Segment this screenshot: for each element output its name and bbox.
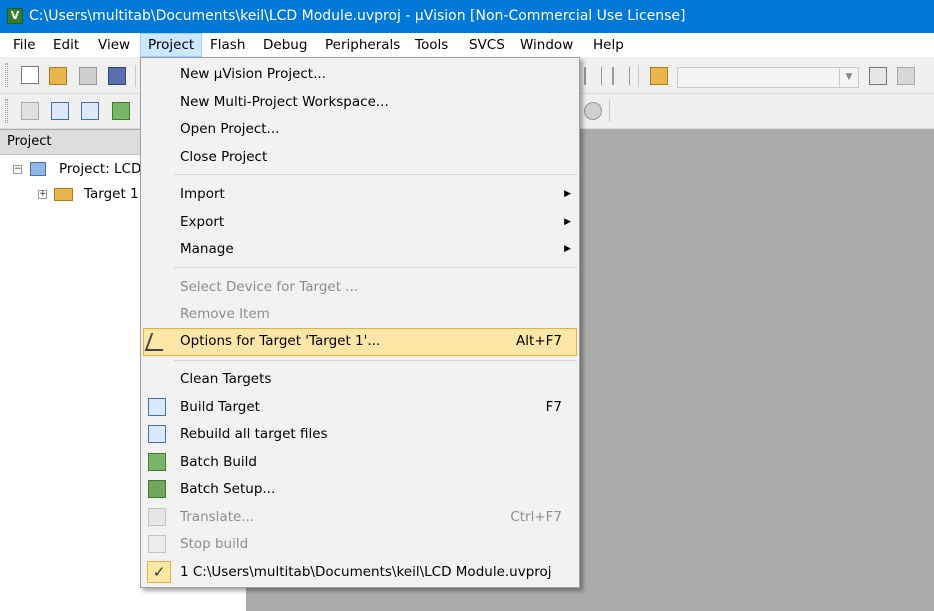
menu-bar: File Edit View Project Flash Debug Perip… bbox=[0, 33, 934, 57]
rebuild-icon bbox=[148, 425, 166, 443]
find-combo-box[interactable]: ▼ bbox=[677, 67, 859, 88]
new-multi-project-workspace-item[interactable]: New Multi-Project Workspace... bbox=[143, 89, 577, 115]
menu-flash[interactable]: Flash bbox=[203, 33, 252, 57]
batch-build-icon[interactable] bbox=[112, 102, 130, 120]
project-root-label: Project: LCD bbox=[59, 161, 142, 177]
uvision-app-icon[interactable]: V bbox=[7, 8, 23, 24]
incremental-find-icon[interactable] bbox=[897, 67, 915, 85]
new-uvision-project-item[interactable]: New µVision Project... bbox=[143, 61, 577, 87]
open-project-item[interactable]: Open Project... bbox=[143, 116, 577, 142]
checkmark-icon: ✓ bbox=[147, 561, 171, 583]
rebuild-all-item[interactable]: Rebuild all target files bbox=[143, 421, 577, 447]
project-menu-dropdown: New µVision Project... New Multi-Project… bbox=[140, 57, 580, 588]
project-icon bbox=[30, 162, 46, 176]
indent-icon[interactable] bbox=[584, 67, 602, 85]
menu-peripherals[interactable]: Peripherals bbox=[318, 33, 407, 57]
toolbar-separator bbox=[609, 100, 610, 122]
select-device-item[interactable]: Select Device for Target ... bbox=[143, 274, 577, 300]
toolbar-separator bbox=[638, 65, 639, 87]
find-in-files-icon[interactable] bbox=[650, 67, 668, 85]
menu-separator bbox=[174, 174, 577, 175]
rebuild-icon[interactable] bbox=[81, 102, 99, 120]
chevron-down-icon[interactable]: ▼ bbox=[839, 68, 858, 87]
menu-edit[interactable]: Edit bbox=[46, 33, 86, 57]
title-bar: V C:\Users\multitab\Documents\keil\LCD M… bbox=[0, 0, 934, 33]
menu-window[interactable]: Window bbox=[513, 33, 580, 57]
batch-setup-icon bbox=[148, 480, 166, 498]
save-icon[interactable] bbox=[79, 67, 97, 85]
submenu-arrow-icon: ▶ bbox=[564, 189, 571, 199]
build-icon bbox=[148, 398, 166, 416]
batch-build-icon bbox=[148, 453, 166, 471]
menu-help[interactable]: Help bbox=[586, 33, 631, 57]
menu-svcs[interactable]: SVCS bbox=[462, 33, 512, 57]
import-item[interactable]: Import ▶ bbox=[143, 181, 577, 207]
toolbar-grip[interactable] bbox=[5, 63, 8, 87]
new-file-icon[interactable] bbox=[21, 66, 39, 84]
toolbar-separator bbox=[135, 65, 136, 87]
clean-targets-item[interactable]: Clean Targets bbox=[143, 366, 577, 392]
expand-icon[interactable]: + bbox=[38, 190, 47, 199]
open-folder-icon[interactable] bbox=[49, 67, 67, 85]
translate-icon bbox=[148, 508, 166, 526]
save-all-icon[interactable] bbox=[108, 67, 126, 85]
unindent-icon[interactable] bbox=[612, 67, 630, 85]
export-item[interactable]: Export ▶ bbox=[143, 209, 577, 235]
remove-item[interactable]: Remove Item bbox=[143, 301, 577, 327]
menu-debug[interactable]: Debug bbox=[256, 33, 314, 57]
magic-wand-icon bbox=[144, 333, 170, 351]
close-project-item[interactable]: Close Project bbox=[143, 144, 577, 170]
target-folder-icon bbox=[54, 188, 73, 201]
window-title: C:\Users\multitab\Documents\keil\LCD Mod… bbox=[29, 8, 686, 24]
options-for-target-item[interactable]: Options for Target 'Target 1'... Alt+F7 bbox=[143, 328, 577, 356]
build-icon[interactable] bbox=[51, 102, 69, 120]
manage-components-icon[interactable] bbox=[584, 102, 602, 120]
batch-setup-item[interactable]: Batch Setup... bbox=[143, 476, 577, 502]
toolbar-grip[interactable] bbox=[5, 99, 8, 123]
menu-tools[interactable]: Tools bbox=[408, 33, 455, 57]
stop-build-icon bbox=[148, 535, 166, 553]
menu-separator bbox=[174, 360, 577, 361]
menu-separator bbox=[174, 267, 577, 268]
build-target-item[interactable]: Build Target F7 bbox=[143, 394, 577, 420]
translate-icon[interactable] bbox=[21, 102, 39, 120]
menu-view[interactable]: View bbox=[91, 33, 137, 57]
translate-item[interactable]: Translate... Ctrl+F7 bbox=[143, 504, 577, 530]
find-icon[interactable] bbox=[869, 67, 887, 85]
manage-item[interactable]: Manage ▶ bbox=[143, 236, 577, 262]
submenu-arrow-icon: ▶ bbox=[564, 217, 571, 227]
target-label: Target 1 bbox=[84, 186, 139, 202]
collapse-icon[interactable]: − bbox=[13, 165, 22, 174]
menu-file[interactable]: File bbox=[6, 33, 43, 57]
submenu-arrow-icon: ▶ bbox=[564, 244, 571, 254]
batch-build-item[interactable]: Batch Build bbox=[143, 449, 577, 475]
menu-project[interactable]: Project bbox=[140, 33, 203, 57]
recent-project-item[interactable]: ✓ 1 C:\Users\multitab\Documents\keil\LCD… bbox=[143, 559, 577, 585]
stop-build-item[interactable]: Stop build bbox=[143, 531, 577, 557]
